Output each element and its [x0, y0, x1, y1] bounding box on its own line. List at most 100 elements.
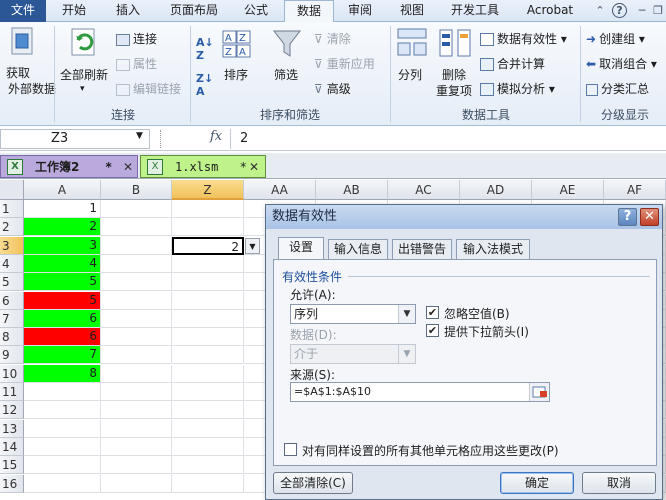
cell[interactable]: [172, 328, 244, 347]
column-header-aa[interactable]: AA: [244, 180, 316, 200]
cell[interactable]: [101, 273, 172, 292]
column-header-ab[interactable]: AB: [316, 180, 388, 200]
cell[interactable]: [172, 309, 244, 328]
reapply-button[interactable]: ⊽ 重新应用: [314, 55, 375, 72]
ok-button[interactable]: 确定: [500, 472, 574, 494]
data-select[interactable]: 介于 ▼: [290, 344, 416, 364]
select-all-corner[interactable]: [0, 180, 24, 200]
tab-review[interactable]: 审阅: [340, 0, 380, 22]
workbook-tab-1[interactable]: X 工作簿2 * ✕: [0, 155, 138, 178]
cell[interactable]: [101, 218, 172, 237]
close-tab-icon[interactable]: ✕: [123, 156, 133, 178]
row-header-6[interactable]: 6: [0, 291, 24, 310]
sort-button[interactable]: AZZA: [222, 30, 252, 58]
cell[interactable]: [172, 364, 244, 383]
ignore-blank-checkbox[interactable]: ✔: [426, 306, 439, 319]
row-header-3[interactable]: 3: [0, 236, 24, 255]
row-header-1[interactable]: 1: [0, 200, 24, 218]
text-to-columns-button[interactable]: [396, 26, 428, 58]
cell[interactable]: [172, 200, 244, 218]
apply-all-checkbox[interactable]: [284, 443, 297, 456]
tab-formulas[interactable]: 公式: [236, 0, 276, 22]
cell-a3[interactable]: 3: [24, 236, 101, 255]
cell-a10[interactable]: 8: [24, 364, 101, 383]
cell[interactable]: [172, 419, 244, 438]
cell[interactable]: [172, 456, 244, 475]
cell[interactable]: [101, 328, 172, 347]
advanced-filter-button[interactable]: ⊽ 高级: [314, 80, 351, 97]
group-button[interactable]: ➜ 创建组 ▾: [586, 30, 645, 47]
in-cell-dropdown-checkbox[interactable]: ✔: [426, 324, 439, 337]
row-header-9[interactable]: 9: [0, 346, 24, 365]
tab-developer[interactable]: 开发工具: [442, 0, 508, 22]
name-box[interactable]: Z3: [0, 129, 150, 149]
dialog-close-icon[interactable]: ✕: [640, 208, 659, 226]
data-validation-button[interactable]: 数据有效性 ▾: [480, 30, 567, 47]
cell[interactable]: [101, 437, 172, 456]
cell[interactable]: [101, 383, 172, 401]
row-header-14[interactable]: 14: [0, 437, 24, 456]
clear-all-button[interactable]: 全部清除(C): [273, 472, 353, 494]
row-header-5[interactable]: 5: [0, 273, 24, 292]
column-header-ae[interactable]: AE: [532, 180, 604, 200]
formula-splitter[interactable]: [160, 130, 164, 148]
cell[interactable]: [24, 456, 101, 475]
row-header-4[interactable]: 4: [0, 254, 24, 273]
cell[interactable]: [172, 291, 244, 310]
row-header-10[interactable]: 10: [0, 364, 24, 383]
row-header-12[interactable]: 12: [0, 401, 24, 420]
cell[interactable]: [24, 419, 101, 438]
cell-a2[interactable]: 2: [24, 218, 101, 237]
cell-a5[interactable]: 5: [24, 273, 101, 292]
cell-a6[interactable]: 5: [24, 291, 101, 310]
cell[interactable]: [101, 200, 172, 218]
tab-acrobat[interactable]: Acrobat: [520, 0, 580, 22]
cell[interactable]: [101, 309, 172, 328]
cell[interactable]: [101, 456, 172, 475]
cell-a1[interactable]: 1: [24, 200, 101, 218]
cell[interactable]: [24, 437, 101, 456]
close-tab-icon[interactable]: ✕: [249, 156, 259, 178]
tab-file[interactable]: 文件: [0, 0, 46, 22]
connections-button[interactable]: 连接: [116, 30, 157, 47]
sort-ascending-icon[interactable]: A↓ Z: [196, 36, 214, 62]
column-header-ad[interactable]: AD: [460, 180, 532, 200]
active-cell[interactable]: 2: [172, 236, 244, 255]
column-header-z[interactable]: Z: [172, 180, 244, 200]
tab-error-alert[interactable]: 出错警告: [392, 239, 452, 259]
column-header-b[interactable]: B: [101, 180, 172, 200]
allow-select[interactable]: 序列 ▼: [290, 304, 416, 324]
cell[interactable]: [172, 346, 244, 365]
row-header-15[interactable]: 15: [0, 456, 24, 475]
dialog-help-icon[interactable]: ?: [618, 208, 637, 226]
column-header-a[interactable]: A: [24, 180, 101, 200]
name-box-dropdown-icon[interactable]: ▼: [136, 131, 143, 141]
cancel-button[interactable]: 取消: [582, 472, 656, 494]
row-header-2[interactable]: 2: [0, 218, 24, 237]
minimize-ribbon-icon[interactable]: ⌃: [592, 3, 608, 19]
consolidate-button[interactable]: 合并计算: [480, 55, 545, 72]
remove-duplicates-button[interactable]: [438, 28, 472, 58]
tab-view[interactable]: 视图: [392, 0, 432, 22]
cell[interactable]: [101, 236, 172, 255]
source-input[interactable]: =$A$1:$A$10: [290, 382, 550, 402]
tab-insert[interactable]: 插入: [108, 0, 148, 22]
clear-filter-button[interactable]: ⊽ 清除: [314, 30, 351, 47]
row-header-7[interactable]: 7: [0, 309, 24, 328]
row-header-16[interactable]: 16: [0, 474, 24, 493]
cell-a9[interactable]: 7: [24, 346, 101, 365]
window-restore-icon[interactable]: ❐: [650, 3, 666, 19]
cell[interactable]: [24, 474, 101, 493]
cell[interactable]: [172, 383, 244, 401]
row-header-8[interactable]: 8: [0, 328, 24, 347]
cell-a8[interactable]: 6: [24, 328, 101, 347]
range-picker-icon[interactable]: [529, 383, 549, 401]
cell[interactable]: [101, 291, 172, 310]
cell[interactable]: [24, 401, 101, 420]
column-header-ac[interactable]: AC: [388, 180, 460, 200]
tab-ime-mode[interactable]: 输入法模式: [456, 239, 530, 259]
cell[interactable]: [172, 401, 244, 420]
tab-home[interactable]: 开始: [54, 0, 94, 22]
cell[interactable]: [172, 474, 244, 493]
row-header-11[interactable]: 11: [0, 383, 24, 401]
